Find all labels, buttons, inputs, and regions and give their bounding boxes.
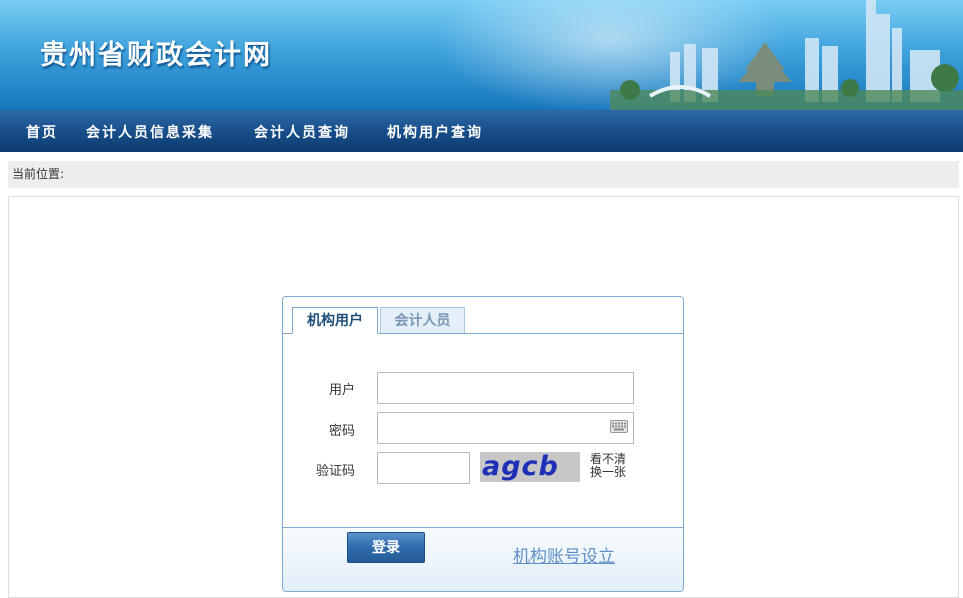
user-input[interactable]: [377, 372, 634, 404]
login-tab-strip: 机构用户 会计人员: [283, 297, 683, 334]
captcha-input[interactable]: [377, 452, 470, 484]
tab-accountant[interactable]: 会计人员: [380, 307, 465, 333]
breadcrumb-label: 当前位置:: [12, 167, 65, 181]
main-nav: 首页 会计人员信息采集 会计人员查询 机构用户查询: [0, 110, 963, 152]
refresh-captcha-link[interactable]: 看不清 换一张: [590, 453, 630, 479]
nav-item-staff-query[interactable]: 会计人员查询: [254, 122, 350, 142]
site-title: 贵州省财政会计网: [40, 40, 272, 71]
org-account-setup-link[interactable]: 机构账号设立: [513, 542, 615, 567]
nav-item-info-collection[interactable]: 会计人员信息采集: [86, 122, 214, 142]
user-label: 用户: [329, 383, 356, 398]
keyboard-icon[interactable]: [610, 420, 628, 433]
login-footer: 登录 机构账号设立: [283, 527, 683, 591]
refresh-captcha-line2: 换一张: [590, 465, 627, 479]
password-input[interactable]: [377, 412, 634, 444]
site-banner: 贵州省财政会计网: [0, 0, 963, 110]
city-skyline-illustration: [610, 0, 963, 110]
breadcrumb: 当前位置:: [8, 161, 959, 188]
login-panel: 机构用户 会计人员 用户 密码 验证码 agcb 看不清 换一张 登录 机构账号…: [282, 296, 684, 592]
nav-item-home[interactable]: 首页: [26, 122, 58, 142]
captcha-image[interactable]: agcb: [480, 451, 580, 482]
captcha-text: agcb: [482, 451, 559, 482]
captcha-label: 验证码: [316, 464, 356, 479]
password-label: 密码: [329, 424, 356, 439]
login-button[interactable]: 登录: [347, 532, 425, 563]
nav-item-org-user-query[interactable]: 机构用户查询: [387, 122, 483, 142]
tab-org-user[interactable]: 机构用户: [292, 307, 378, 334]
